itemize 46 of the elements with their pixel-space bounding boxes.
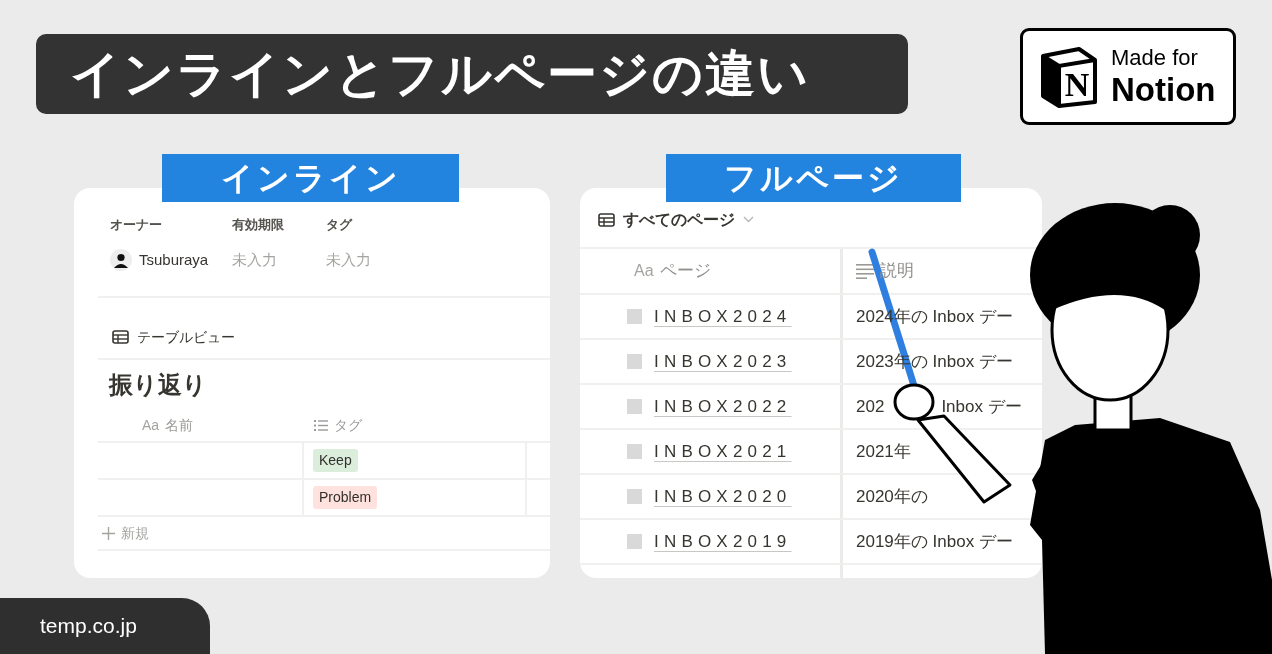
description-text: Inbox デー [941,395,1022,418]
property-label: 有効期限 [232,217,284,232]
column-type-label: Aa [142,416,160,435]
avatar-icon [110,249,132,271]
title-banner: インラインとフルページの違い [36,34,908,114]
page-link[interactable]: INBOX2020 [654,483,792,510]
chevron-down-icon[interactable] [743,216,754,223]
page-link[interactable]: INBOX2023 [654,348,792,375]
tag-chip: Keep [313,449,358,472]
page-link[interactable]: INBOX2022 [654,393,792,420]
page-icon [627,354,642,369]
list-icon [314,420,328,431]
badge-title: Notion [1111,73,1216,106]
page-link[interactable]: INBOX2019 [654,528,792,555]
description-text: 2021年 [856,440,911,463]
page-link[interactable]: INBOX2024 [654,303,792,330]
property-value: Tsuburaya [139,249,209,270]
page-icon [627,399,642,414]
section-label: インライン [162,154,459,202]
page-icon [627,309,642,324]
column-header: タグ [334,416,362,435]
database-title: 振り返り [107,370,207,400]
notion-logo: N [1039,45,1099,108]
property-value: 未入力 [326,251,371,268]
property-label: タグ [326,217,352,232]
view-name[interactable]: すべてのページ [623,207,735,232]
column-type-label: Aa [634,261,654,281]
section-label: フルページ [666,154,961,202]
table-icon [598,212,615,227]
page-icon [627,489,642,504]
column-header: 名前 [165,416,194,435]
page-icon [627,444,642,459]
column-header: ページ [659,260,711,283]
description-text: 2020年の [856,485,928,508]
description-text: 202 [856,395,885,418]
property-value: 未入力 [232,251,277,268]
page-icon [627,534,642,549]
plus-icon [102,526,115,540]
table-icon [112,330,129,344]
property-label: オーナー [110,217,162,232]
page-link[interactable]: INBOX2021 [654,438,792,465]
text-lines-icon [856,263,874,279]
description-text: 2019年の Inbox デー [856,530,1013,553]
view-name: テーブルビュー [137,327,235,347]
tag-chip: Problem [313,486,378,509]
badge-text: Made for [1111,47,1199,69]
